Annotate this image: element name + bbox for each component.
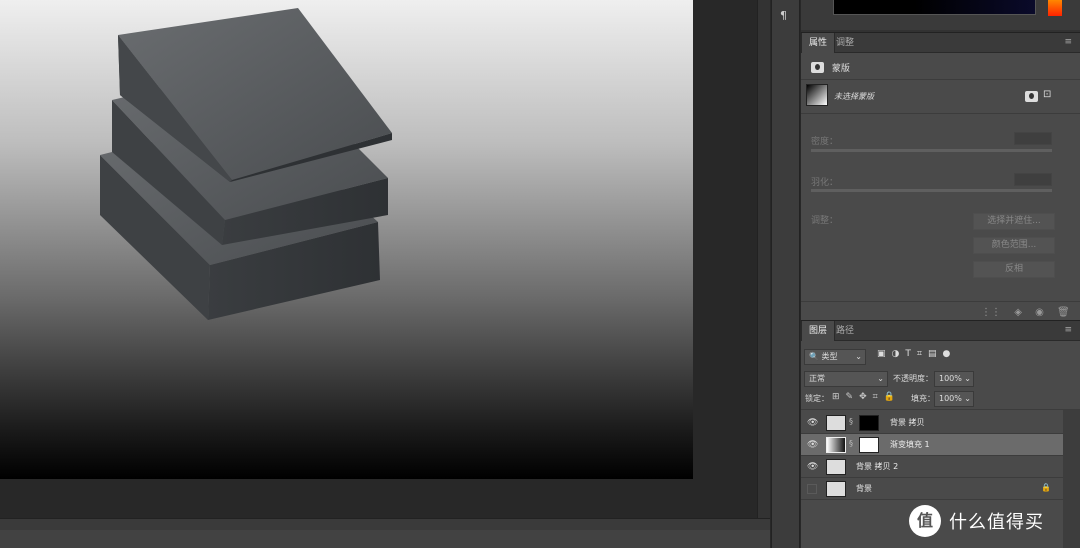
layer-row[interactable]: 👁 背景 拷贝 2 xyxy=(801,456,1063,478)
layer-row[interactable]: 背景 🔒 xyxy=(801,478,1063,500)
tab-paths[interactable]: 路径 xyxy=(829,321,861,341)
tab-adjustments[interactable]: 调整 xyxy=(829,33,861,53)
eye-icon[interactable]: 👁 xyxy=(807,440,818,450)
filter-toggle-icon[interactable]: ● xyxy=(942,349,956,359)
vertical-scrollbar[interactable] xyxy=(757,0,770,518)
select-and-mask-button[interactable]: 选择并遮住... xyxy=(973,213,1055,230)
horizontal-scrollbar[interactable] xyxy=(0,518,770,530)
opacity-field[interactable]: 100% ⌄ xyxy=(934,371,974,387)
watermark-logo: 值 xyxy=(909,505,941,537)
panel-menu-icon[interactable]: ≡ xyxy=(1064,38,1072,47)
search-icon: 🔍 xyxy=(809,352,819,361)
hue-slider[interactable] xyxy=(1048,0,1062,16)
color-field[interactable] xyxy=(833,0,1036,15)
lock-image-icon[interactable]: ✎ xyxy=(846,392,860,402)
layers-tabbar: 图层 路径 ≡ xyxy=(801,321,1080,341)
apply-mask-icon[interactable]: ◈ xyxy=(1014,307,1022,318)
chevron-down-icon: ⌄ xyxy=(855,352,862,361)
filter-kind-value: 类型 xyxy=(821,352,838,361)
fill-field[interactable]: 100% ⌄ xyxy=(934,391,974,407)
layer-filter-select[interactable]: 🔍 类型 ⌄ xyxy=(804,349,866,365)
mask-section-label: 蒙版 xyxy=(831,64,850,74)
color-picker-panel xyxy=(801,0,1080,30)
eye-icon[interactable]: 👁 xyxy=(807,418,818,428)
properties-tabbar: 属性 调整 ≡ xyxy=(801,33,1080,53)
layer-filter-icons: ▣◑T⌗▤● xyxy=(877,349,956,359)
blend-mode-select[interactable]: 正常 ⌄ xyxy=(804,371,888,387)
type-filter-icon[interactable]: T xyxy=(905,349,917,359)
visibility-icon[interactable]: ◉ xyxy=(1035,307,1044,318)
panel-menu-icon[interactable]: ≡ xyxy=(1064,326,1072,335)
layer-thumbnail[interactable] xyxy=(826,459,846,475)
add-pixel-mask-icon[interactable] xyxy=(1025,91,1038,102)
chevron-down-icon: ⌄ xyxy=(877,374,884,383)
lock-icon: 🔒 xyxy=(1041,483,1051,492)
layer-row-selected[interactable]: 👁 § 渐变填充 1 xyxy=(801,434,1063,456)
adjustment-filter-icon[interactable]: ◑ xyxy=(892,349,906,359)
selection-icon[interactable]: ⋮⋮ xyxy=(981,307,1001,318)
stacked-slabs-image xyxy=(100,8,392,320)
layer-name: 背景 拷贝 xyxy=(890,418,925,427)
color-range-button[interactable]: 颜色范围... xyxy=(973,237,1055,254)
layer-row[interactable]: 👁 § 背景 拷贝 xyxy=(801,412,1063,434)
visibility-toggle[interactable] xyxy=(807,484,817,494)
layer-name: 背景 xyxy=(856,484,872,493)
watermark-text: 什么值得买 xyxy=(949,512,1044,533)
layers-scrollbar[interactable] xyxy=(1063,410,1080,548)
feather-slider[interactable] xyxy=(811,189,1052,192)
paragraph-icon[interactable]: ¶ xyxy=(780,9,787,22)
opacity-value: 100% xyxy=(939,374,962,383)
right-panels: 属性 调整 ≡ 蒙版 未选择蒙版 ⊡ 密度： 羽化： 调整： 选择并遮住... … xyxy=(801,0,1080,548)
mask-state-label: 未选择蒙版 xyxy=(834,92,874,101)
properties-panel: 属性 调整 ≡ 蒙版 未选择蒙版 ⊡ 密度： 羽化： 调整： 选择并遮住... … xyxy=(801,32,1080,320)
document-canvas[interactable] xyxy=(0,0,693,479)
eye-icon[interactable]: 👁 xyxy=(807,462,818,472)
density-slider[interactable] xyxy=(811,149,1052,152)
lock-label: 锁定： xyxy=(805,394,829,403)
layer-mask-thumbnail[interactable] xyxy=(859,437,879,453)
trash-icon[interactable]: 🗑 xyxy=(1057,307,1070,318)
photoshop-window: ¶ 属性 调整 ≡ 蒙版 未选择蒙版 ⊡ 密度： 羽化： 调整： 选择并遮住..… xyxy=(0,0,1080,548)
pixel-filter-icon[interactable]: ▣ xyxy=(877,349,892,359)
lock-icons: ⊞✎✥⌗🔒 xyxy=(832,392,901,402)
chevron-down-icon: ⌄ xyxy=(964,394,971,403)
watermark: 值 什么值得买 xyxy=(909,505,1044,537)
lock-artboard-icon[interactable]: ⌗ xyxy=(873,392,884,402)
add-vector-mask-icon[interactable]: ⊡ xyxy=(1043,89,1051,100)
layer-name: 背景 拷贝 2 xyxy=(856,462,899,471)
fill-label: 填充： xyxy=(911,394,935,403)
layer-mask-thumbnail[interactable] xyxy=(859,415,879,431)
adjust-label: 调整： xyxy=(811,216,839,226)
density-label: 密度： xyxy=(811,137,839,147)
smart-object-filter-icon[interactable]: ▤ xyxy=(928,349,943,359)
lock-all-icon[interactable]: 🔒 xyxy=(884,392,901,402)
opacity-label: 不透明度： xyxy=(893,374,933,383)
mask-section-header: 蒙版 xyxy=(811,61,850,76)
density-value-field[interactable] xyxy=(1014,132,1052,145)
layer-thumbnail[interactable] xyxy=(826,415,846,431)
feather-value-field[interactable] xyxy=(1014,173,1052,186)
fill-value: 100% xyxy=(939,394,962,403)
mask-thumbnail[interactable] xyxy=(806,84,828,106)
link-icon[interactable]: § xyxy=(849,417,853,426)
layer-thumbnail[interactable] xyxy=(826,437,846,453)
layer-thumbnail[interactable] xyxy=(826,481,846,497)
mask-icon xyxy=(811,62,824,73)
lock-transparent-icon[interactable]: ⊞ xyxy=(832,392,846,402)
invert-button[interactable]: 反相 xyxy=(973,261,1055,278)
panel-dock-strip: ¶ xyxy=(771,0,800,548)
status-bar xyxy=(0,530,770,548)
properties-footer: ⋮⋮ ◈ ◉ 🗑 xyxy=(981,307,1080,318)
feather-label: 羽化： xyxy=(811,178,839,188)
lock-position-icon[interactable]: ✥ xyxy=(859,392,873,402)
chevron-down-icon: ⌄ xyxy=(964,374,971,383)
blend-mode-value: 正常 xyxy=(809,374,825,383)
canvas-area[interactable] xyxy=(0,0,770,518)
link-icon[interactable]: § xyxy=(849,439,853,448)
shape-filter-icon[interactable]: ⌗ xyxy=(917,349,928,359)
layer-name: 渐变填充 1 xyxy=(890,440,930,449)
